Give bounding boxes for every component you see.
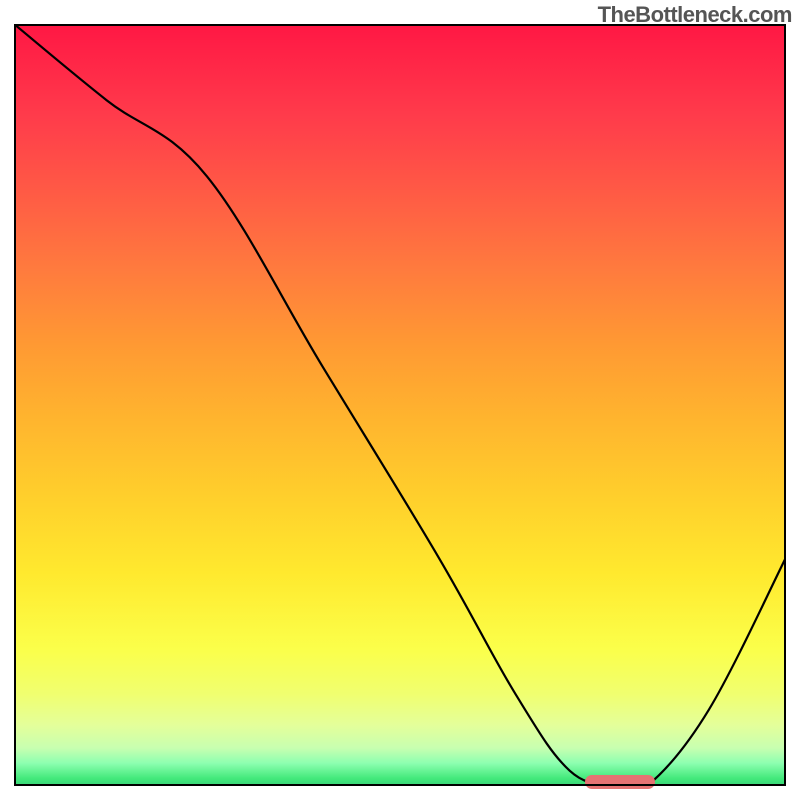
plot-area: [14, 24, 786, 786]
chart-container: TheBottleneck.com: [0, 0, 800, 800]
curve-svg: [14, 24, 786, 786]
watermark-text: TheBottleneck.com: [598, 2, 792, 28]
optimal-range-marker: [585, 775, 654, 789]
bottleneck-curve: [14, 24, 786, 786]
